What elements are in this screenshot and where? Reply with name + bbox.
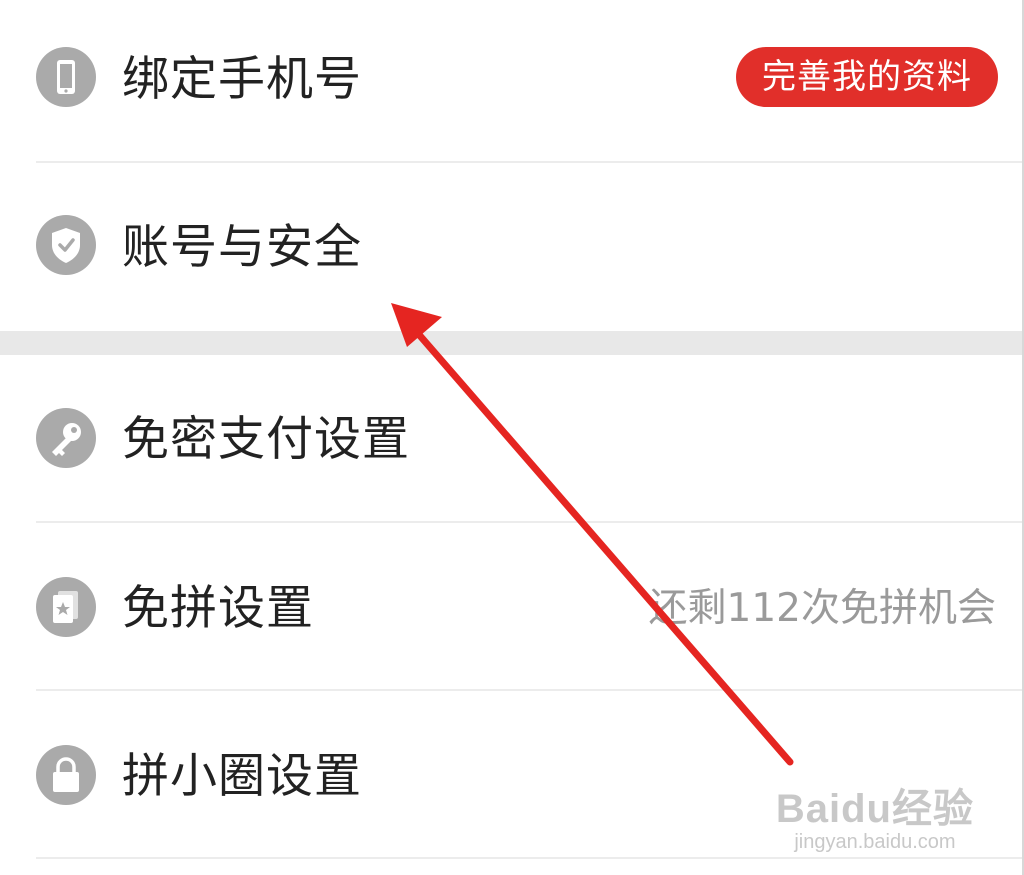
shield-check-icon (36, 215, 96, 275)
settings-item-group-free[interactable]: 免拼设置 还剩112次免拼机会 (0, 523, 1024, 689)
settings-item-label: 免拼设置 (122, 581, 314, 636)
settings-item-label: 免密支付设置 (122, 412, 410, 467)
card-star-icon (36, 577, 96, 637)
settings-item-label: 拼小圈设置 (122, 749, 362, 804)
settings-item-bind-phone[interactable]: 绑定手机号 完善我的资料 (0, 0, 1024, 162)
settings-screen: 绑定手机号 完善我的资料 账号与安全 免密支付设置 免拼设置 还剩112次免拼机… (0, 0, 1024, 875)
group-free-remaining-hint: 还剩112次免拼机会 (648, 586, 996, 631)
settings-item-label: 账号与安全 (122, 220, 362, 275)
key-icon (36, 408, 96, 468)
phone-icon (36, 47, 96, 107)
section-gap (0, 331, 1024, 355)
lock-icon (36, 745, 96, 805)
settings-item-label: 绑定手机号 (122, 52, 362, 107)
divider (36, 857, 1024, 859)
settings-item-account-security[interactable]: 账号与安全 (0, 163, 1024, 331)
settings-item-circle[interactable]: 拼小圈设置 (0, 691, 1024, 857)
complete-profile-badge[interactable]: 完善我的资料 (736, 47, 998, 107)
settings-item-password-free-pay[interactable]: 免密支付设置 (0, 355, 1024, 521)
